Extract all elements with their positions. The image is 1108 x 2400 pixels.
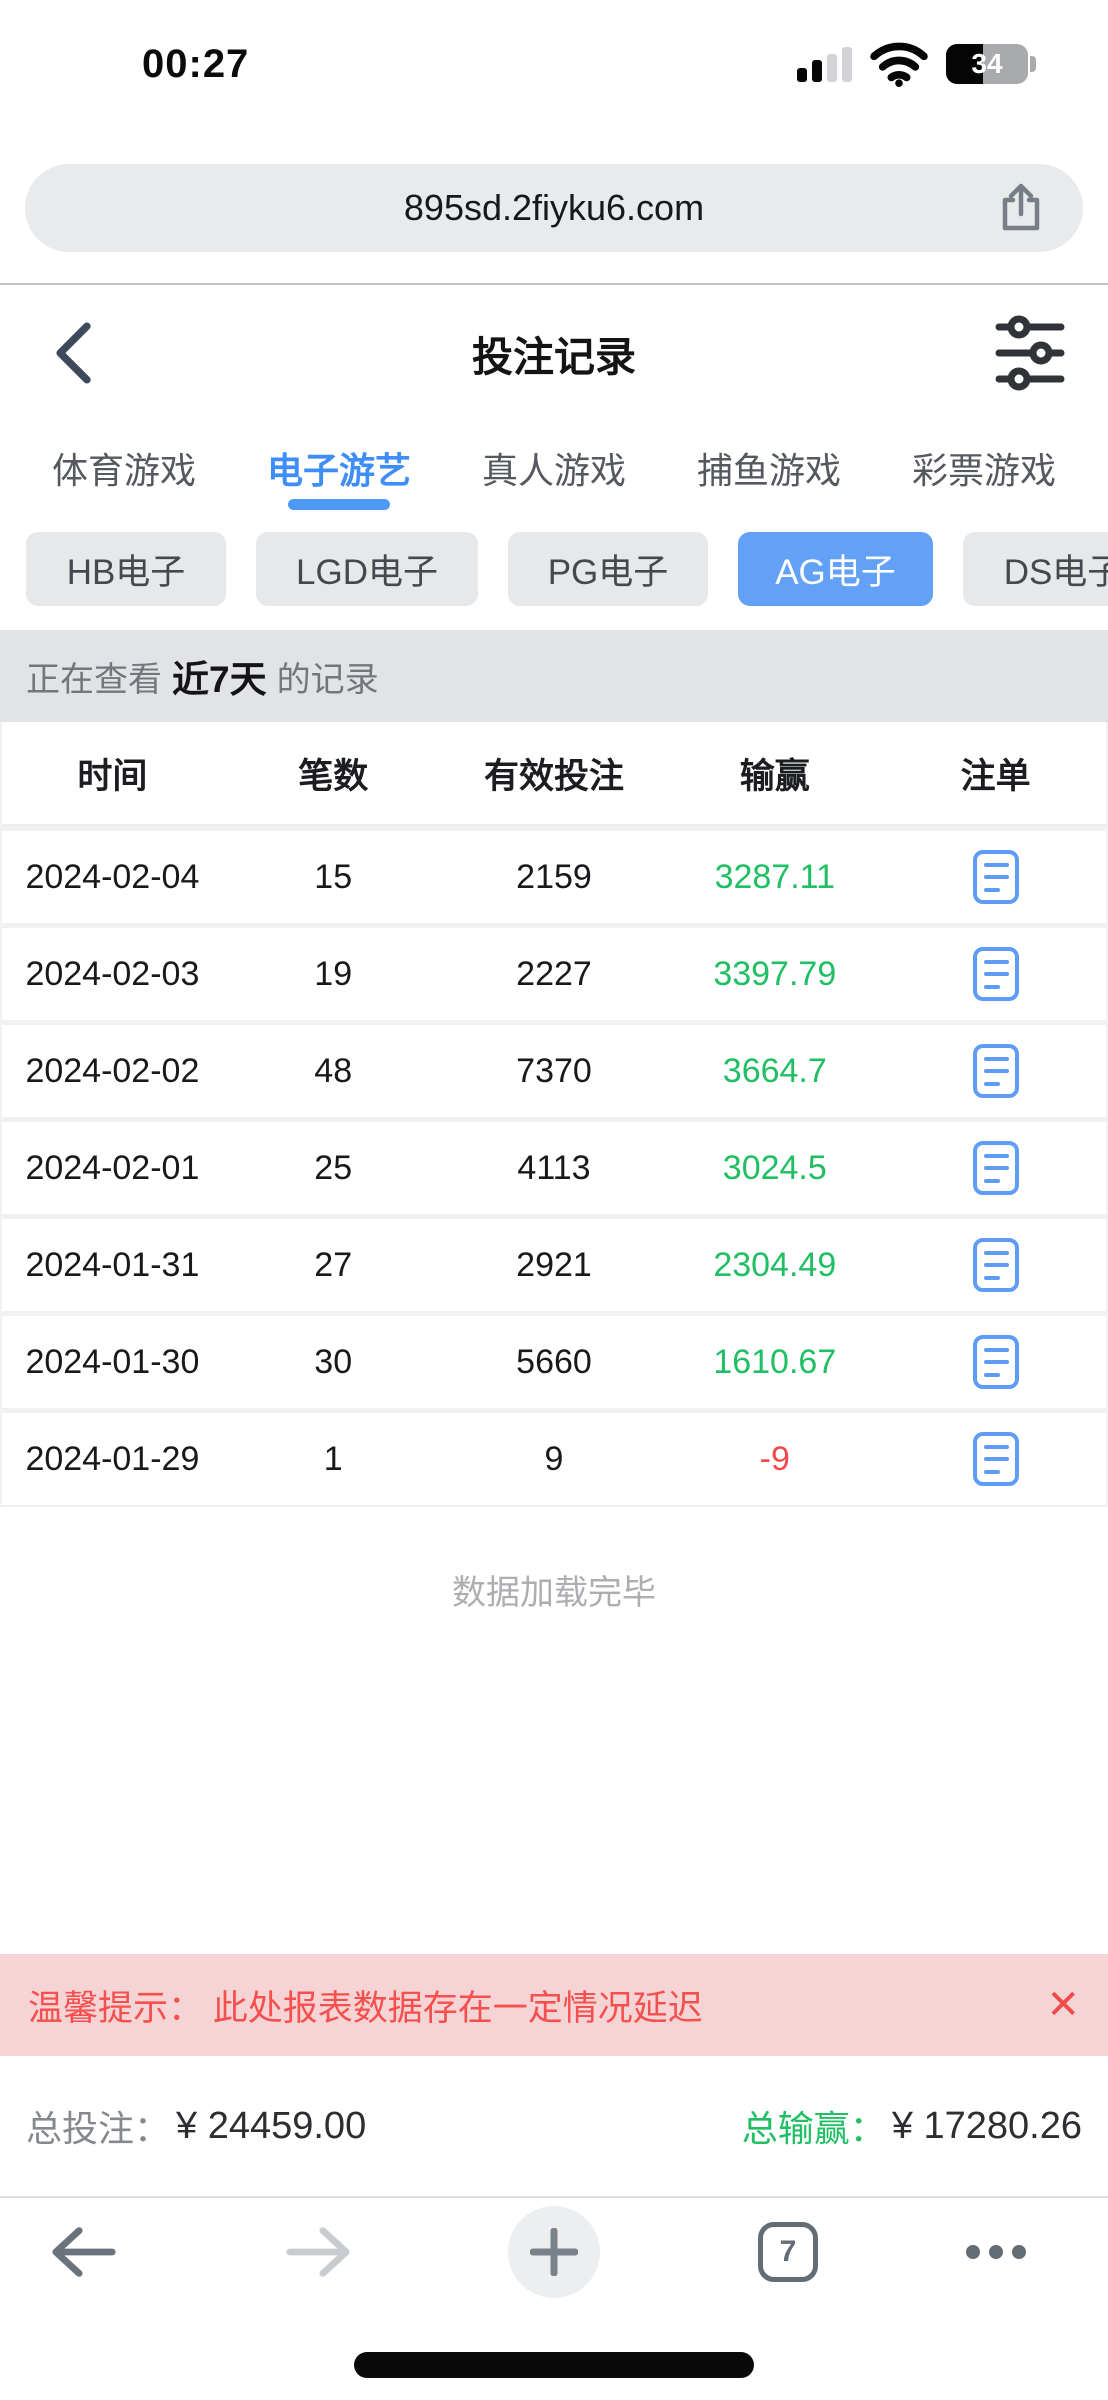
table-row: 2024-02-03 19 2227 3397.79 bbox=[2, 923, 1106, 1020]
cellular-signal-icon bbox=[797, 46, 852, 82]
col-count: 笔数 bbox=[298, 748, 368, 799]
share-icon[interactable] bbox=[997, 182, 1045, 234]
delay-alert-banner: 温馨提示： 此处报表数据存在一定情况延迟 ✕ bbox=[0, 1954, 1108, 2056]
col-note: 注单 bbox=[961, 748, 1031, 799]
status-bar: 00:27 34 bbox=[0, 26, 1108, 102]
tab-live-casino[interactable]: 真人游戏 bbox=[482, 420, 626, 515]
cell-win-loss: 3664.7 bbox=[723, 1052, 827, 1091]
chip-ag[interactable]: AG电子 bbox=[738, 532, 933, 606]
cell-win-loss: 2304.49 bbox=[713, 1246, 836, 1285]
wifi-icon bbox=[870, 41, 928, 87]
notice-range: 近7天 bbox=[172, 649, 267, 703]
total-bet-label: 总投注： bbox=[26, 2100, 170, 2152]
cell-date: 2024-02-04 bbox=[25, 858, 199, 897]
total-bet-value: ¥ 24459.00 bbox=[176, 2105, 366, 2148]
tab-lottery[interactable]: 彩票游戏 bbox=[912, 420, 1056, 515]
browser-back-icon[interactable] bbox=[48, 2222, 118, 2282]
table-row: 2024-02-01 25 4113 3024.5 bbox=[2, 1117, 1106, 1214]
close-icon[interactable]: ✕ bbox=[1046, 1985, 1080, 2025]
screen: 00:27 34 895sd.2fiyku6.com bbox=[0, 0, 1108, 2400]
table-row: 2024-01-29 1 9 -9 bbox=[2, 1408, 1106, 1505]
cell-valid-bet: 2921 bbox=[516, 1246, 592, 1285]
cell-win-loss: 1610.67 bbox=[713, 1343, 836, 1382]
total-winloss-value: ¥ 17280.26 bbox=[892, 2105, 1082, 2148]
col-time: 时间 bbox=[77, 748, 147, 799]
cell-count: 25 bbox=[314, 1149, 352, 1188]
url-text: 895sd.2fiyku6.com bbox=[404, 187, 704, 229]
category-tabs: 体育游戏 电子游艺 真人游戏 捕鱼游戏 彩票游戏 bbox=[0, 420, 1108, 515]
browser-forward-icon[interactable] bbox=[284, 2222, 354, 2282]
total-winloss-label: 总输赢： bbox=[742, 2100, 886, 2152]
notice-prefix: 正在查看 bbox=[26, 652, 162, 701]
note-detail-icon[interactable] bbox=[973, 1238, 1019, 1292]
col-valid-bet: 有效投注 bbox=[484, 748, 624, 799]
note-detail-icon[interactable] bbox=[973, 947, 1019, 1001]
chip-pg[interactable]: PG电子 bbox=[508, 532, 708, 606]
chip-lgd[interactable]: LGD电子 bbox=[256, 532, 478, 606]
cell-date: 2024-01-29 bbox=[25, 1440, 199, 1479]
cell-valid-bet: 2159 bbox=[516, 858, 592, 897]
cell-win-loss: 3397.79 bbox=[713, 955, 836, 994]
cell-date: 2024-01-30 bbox=[25, 1343, 199, 1382]
note-detail-icon[interactable] bbox=[973, 1335, 1019, 1389]
cell-valid-bet: 5660 bbox=[516, 1343, 592, 1382]
chip-hb[interactable]: HB电子 bbox=[26, 532, 226, 606]
browser-menu-icon[interactable] bbox=[966, 2245, 1026, 2259]
alert-message: 温馨提示： 此处报表数据存在一定情况延迟 bbox=[28, 1980, 703, 2031]
battery-icon: 34 bbox=[946, 44, 1036, 84]
cell-valid-bet: 7370 bbox=[516, 1052, 592, 1091]
url-bar[interactable]: 895sd.2fiyku6.com bbox=[25, 164, 1083, 252]
home-indicator[interactable] bbox=[354, 2352, 754, 2378]
new-tab-button[interactable] bbox=[508, 2206, 600, 2298]
table-row: 2024-01-31 27 2921 2304.49 bbox=[2, 1214, 1106, 1311]
battery-percent: 34 bbox=[971, 48, 1002, 80]
cell-win-loss: 3024.5 bbox=[723, 1149, 827, 1188]
cell-valid-bet: 2227 bbox=[516, 955, 592, 994]
bet-records-table: 时间 笔数 有效投注 输赢 注单 2024-02-04 15 2159 3287… bbox=[0, 722, 1108, 1507]
tab-electronic-games[interactable]: 电子游艺 bbox=[267, 420, 411, 515]
cell-win-loss: 3287.11 bbox=[715, 858, 835, 897]
note-detail-icon[interactable] bbox=[973, 1141, 1019, 1195]
note-detail-icon[interactable] bbox=[973, 1432, 1019, 1486]
tab-count: 7 bbox=[780, 2235, 797, 2269]
cell-date: 2024-02-03 bbox=[25, 955, 199, 994]
status-icons: 34 bbox=[797, 41, 1036, 87]
total-winloss: 总输赢： ¥ 17280.26 bbox=[742, 2100, 1082, 2152]
table-row: 2024-02-04 15 2159 3287.11 bbox=[2, 826, 1106, 923]
total-bet: 总投注： ¥ 24459.00 bbox=[26, 2100, 366, 2152]
tab-count-button[interactable]: 7 bbox=[758, 2222, 818, 2282]
tab-fishing[interactable]: 捕鱼游戏 bbox=[697, 420, 841, 515]
provider-chips: HB电子 LGD电子 PG电子 AG电子 DS电子 bbox=[0, 532, 1108, 606]
cell-count: 15 bbox=[314, 858, 352, 897]
date-range-notice: 正在查看 近7天 的记录 bbox=[0, 630, 1108, 722]
notice-suffix: 的记录 bbox=[277, 652, 379, 701]
cell-valid-bet: 9 bbox=[545, 1440, 564, 1479]
cell-win-loss: -9 bbox=[760, 1440, 790, 1479]
back-chevron-icon[interactable] bbox=[50, 322, 96, 384]
totals-bar: 总投注： ¥ 24459.00 总输赢： ¥ 17280.26 bbox=[0, 2056, 1108, 2196]
cell-count: 30 bbox=[314, 1343, 352, 1382]
cell-date: 2024-02-02 bbox=[25, 1052, 199, 1091]
page-header: 投注记录 bbox=[0, 285, 1108, 420]
col-win-loss: 输赢 bbox=[740, 748, 810, 799]
table-header-row: 时间 笔数 有效投注 输赢 注单 bbox=[2, 722, 1106, 826]
table-row: 2024-01-30 30 5660 1610.67 bbox=[2, 1311, 1106, 1408]
table-row: 2024-02-02 48 7370 3664.7 bbox=[2, 1020, 1106, 1117]
note-detail-icon[interactable] bbox=[973, 850, 1019, 904]
tab-sports[interactable]: 体育游戏 bbox=[52, 420, 196, 515]
chip-ds[interactable]: DS电子 bbox=[963, 532, 1108, 606]
cell-date: 2024-02-01 bbox=[25, 1149, 199, 1188]
plus-icon bbox=[530, 2228, 578, 2276]
cell-count: 1 bbox=[324, 1440, 343, 1479]
note-detail-icon[interactable] bbox=[973, 1044, 1019, 1098]
cell-count: 48 bbox=[314, 1052, 352, 1091]
cell-valid-bet: 4113 bbox=[517, 1149, 590, 1188]
clock: 00:27 bbox=[142, 42, 249, 87]
filter-sliders-icon[interactable] bbox=[994, 314, 1066, 392]
page-title: 投注记录 bbox=[0, 323, 1108, 383]
cell-count: 19 bbox=[314, 955, 352, 994]
load-complete-text: 数据加载完毕 bbox=[0, 1565, 1108, 1614]
cell-count: 27 bbox=[314, 1246, 352, 1285]
cell-date: 2024-01-31 bbox=[25, 1246, 199, 1285]
